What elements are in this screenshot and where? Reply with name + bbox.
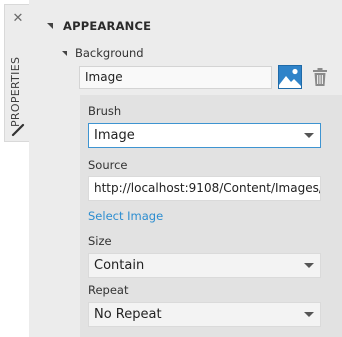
brush-select-value: Image xyxy=(94,128,135,143)
chevron-down-icon xyxy=(304,133,314,138)
brush-label: Brush xyxy=(88,104,122,118)
image-picker-icon[interactable] xyxy=(278,65,302,89)
properties-panel: APPEARANCE Background Image Brush Image xyxy=(29,0,342,337)
collapse-triangle-icon[interactable] xyxy=(62,50,67,56)
properties-window: ✕ PROPERTIES APPEARANCE Background Image xyxy=(0,0,342,337)
select-image-link[interactable]: Select Image xyxy=(88,209,163,223)
chevron-down-icon xyxy=(304,312,314,317)
close-icon[interactable]: ✕ xyxy=(12,12,24,25)
trash-icon[interactable] xyxy=(312,67,328,87)
size-select[interactable]: Contain xyxy=(88,253,321,278)
background-group-header[interactable]: Background xyxy=(62,45,144,61)
side-tab-strip: ✕ PROPERTIES xyxy=(0,0,29,337)
repeat-select[interactable]: No Repeat xyxy=(88,302,321,327)
section-title: APPEARANCE xyxy=(63,19,152,33)
source-input[interactable]: http://localhost:9108/Content/Images/cor xyxy=(88,176,321,201)
repeat-select-value: No Repeat xyxy=(94,307,162,322)
brush-select[interactable]: Image xyxy=(88,123,321,148)
size-label: Size xyxy=(88,234,112,248)
size-select-value: Contain xyxy=(94,258,145,273)
background-value-field[interactable]: Image xyxy=(79,66,272,89)
chevron-down-icon xyxy=(304,263,314,268)
source-label: Source xyxy=(88,158,128,172)
repeat-label: Repeat xyxy=(88,283,129,297)
properties-tab[interactable]: ✕ PROPERTIES xyxy=(4,4,29,142)
pencil-icon xyxy=(11,123,25,137)
properties-tab-label: PROPERTIES xyxy=(9,56,22,127)
appearance-section-header[interactable]: APPEARANCE xyxy=(47,18,151,34)
background-title: Background xyxy=(75,46,144,60)
collapse-triangle-icon[interactable] xyxy=(47,23,53,29)
